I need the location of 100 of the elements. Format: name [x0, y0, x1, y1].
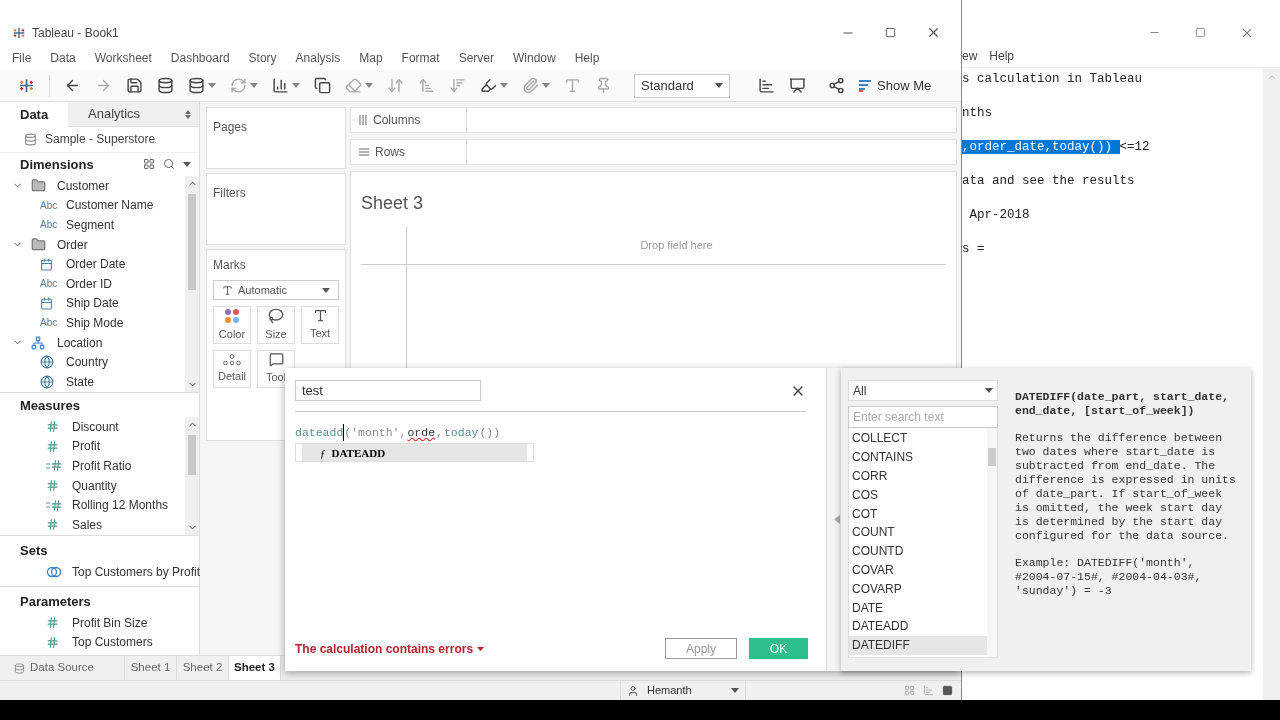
- field-item[interactable]: Customer Name: [66, 196, 154, 215]
- field-item[interactable]: Ship Date: [66, 294, 119, 313]
- clear-icon[interactable]: [345, 77, 362, 94]
- new-chart-icon[interactable]: [272, 77, 289, 94]
- field-item[interactable]: Quantity: [72, 476, 117, 495]
- function-item[interactable]: COT: [849, 504, 987, 523]
- menu-item[interactable]: Format: [401, 48, 440, 67]
- function-item[interactable]: COUNTD: [849, 541, 987, 561]
- menu-item[interactable]: Story: [248, 48, 277, 67]
- function-item[interactable]: COVARP: [849, 579, 987, 599]
- autocomplete-item[interactable]: ƒ DATEADD: [302, 444, 527, 462]
- text-line: ,order_date,today()) <=12: [962, 139, 1151, 155]
- square-icon[interactable]: [942, 685, 953, 696]
- close-icon[interactable]: [926, 25, 941, 40]
- field-item[interactable]: Segment: [66, 216, 115, 234]
- menu-item[interactable]: Help: [989, 47, 1015, 65]
- mark-property-button[interactable]: Text: [301, 306, 339, 344]
- menu-item[interactable]: Worksheet: [94, 48, 152, 67]
- mark-property-button[interactable]: Detail: [213, 350, 251, 388]
- share-icon[interactable]: [828, 77, 845, 94]
- user-select[interactable]: Hemanth: [620, 681, 746, 700]
- mark-type-select[interactable]: Automatic: [213, 280, 339, 300]
- save-icon[interactable]: [126, 77, 143, 94]
- field-item[interactable]: State: [66, 372, 95, 391]
- field-item[interactable]: Customer: [57, 176, 109, 195]
- field-item[interactable]: Sales: [72, 515, 103, 534]
- function-item[interactable]: COLLECT: [849, 429, 987, 448]
- list-icon[interactable]: [923, 685, 934, 696]
- menu-item[interactable]: Dashboard: [170, 48, 230, 67]
- menu-item[interactable]: Window: [512, 48, 556, 67]
- formula-editor[interactable]: dateadd('month',orde,today()): [295, 424, 816, 442]
- pin-icon[interactable]: [595, 77, 612, 94]
- paperclip-icon[interactable]: [522, 77, 539, 94]
- category-select[interactable]: All: [848, 380, 998, 401]
- sort-ascending-icon[interactable]: [418, 77, 435, 94]
- scroll-thumb[interactable]: [988, 448, 996, 466]
- calculation-name-field[interactable]: test: [295, 380, 481, 401]
- function-item[interactable]: COVAR: [849, 560, 987, 580]
- mark-property-button[interactable]: Color: [213, 306, 251, 344]
- pane-tab[interactable]: Analytics: [68, 102, 199, 128]
- refresh-icon[interactable]: [230, 77, 247, 94]
- field-item[interactable]: Order Date: [66, 255, 126, 274]
- database-icon[interactable]: [188, 77, 205, 94]
- search-icon[interactable]: [163, 158, 175, 171]
- collapse-arrow-icon[interactable]: [833, 515, 840, 524]
- show-me-button[interactable]: Show Me: [859, 75, 932, 96]
- field-item[interactable]: Top Customers: [72, 633, 153, 652]
- folder-icon: [31, 237, 46, 253]
- error-menu[interactable]: The calculation contains errors: [295, 639, 485, 658]
- scroll-up-icon[interactable]: [1266, 72, 1277, 82]
- highlighter-icon[interactable]: [480, 77, 497, 94]
- field-item[interactable]: Order ID: [66, 274, 112, 293]
- field-item[interactable]: Country: [66, 353, 109, 372]
- scroll-thumb[interactable]: [188, 194, 196, 290]
- function-item[interactable]: CONTAINS: [849, 447, 987, 467]
- label-icon[interactable]: [564, 77, 581, 94]
- field-item[interactable]: Ship Mode: [66, 313, 124, 332]
- field-item[interactable]: Location: [57, 333, 103, 352]
- function-item[interactable]: DATE: [849, 598, 987, 617]
- field-item[interactable]: Profit Bin Size: [72, 613, 148, 632]
- scroll-thumb[interactable]: [188, 435, 196, 475]
- menu-item[interactable]: ew: [962, 47, 978, 65]
- presentation-icon[interactable]: [789, 77, 806, 94]
- field-item[interactable]: Profit Ratio: [72, 457, 132, 475]
- maximize-icon[interactable]: [1195, 27, 1206, 38]
- field-item[interactable]: Discount: [72, 417, 119, 436]
- sort-descending-icon[interactable]: [449, 77, 466, 94]
- field-item[interactable]: Order: [57, 235, 88, 254]
- field-item[interactable]: Rolling 12 Months: [72, 496, 169, 515]
- field-item[interactable]: Profit: [72, 437, 100, 456]
- function-item[interactable]: COUNT: [849, 523, 987, 542]
- text-line: nths: [962, 105, 993, 121]
- search-field[interactable]: Enter search text: [848, 406, 998, 428]
- mark-property-button[interactable]: Size: [257, 306, 295, 344]
- maximize-icon[interactable]: [885, 27, 896, 38]
- up-down-arrows-icon[interactable]: [185, 109, 191, 119]
- database-icon[interactable]: [157, 77, 174, 94]
- forward-arrow-icon[interactable]: [95, 77, 112, 94]
- menu-item[interactable]: Map: [359, 48, 383, 67]
- scrollbar[interactable]: [185, 176, 199, 392]
- fit-select[interactable]: Standard: [634, 73, 730, 98]
- menu-item[interactable]: Help: [574, 48, 600, 67]
- sheet-tab[interactable]: Sheet 3: [229, 656, 281, 680]
- data-source-name[interactable]: Sample - Superstore: [45, 130, 156, 149]
- field-item[interactable]: Top Customers by Profit: [72, 562, 201, 581]
- menu-item[interactable]: Data: [50, 48, 76, 67]
- function-item[interactable]: COS: [849, 485, 987, 505]
- function-item[interactable]: CORR: [849, 466, 987, 486]
- menu-item[interactable]: File: [12, 48, 32, 67]
- chart-icon[interactable]: [758, 77, 775, 94]
- scrollbar[interactable]: [1263, 68, 1280, 700]
- menu-item[interactable]: Analysis: [295, 48, 341, 67]
- function-item[interactable]: DATEDIFF: [849, 635, 987, 655]
- scrollbar[interactable]: [987, 428, 997, 657]
- grid-icon[interactable]: [143, 158, 155, 171]
- menu-item[interactable]: Server: [458, 48, 494, 67]
- duplicate-icon[interactable]: [314, 77, 331, 94]
- function-item[interactable]: DATEADD: [849, 616, 987, 636]
- scrollbar[interactable]: [185, 417, 199, 535]
- swap-icon[interactable]: [387, 77, 404, 94]
